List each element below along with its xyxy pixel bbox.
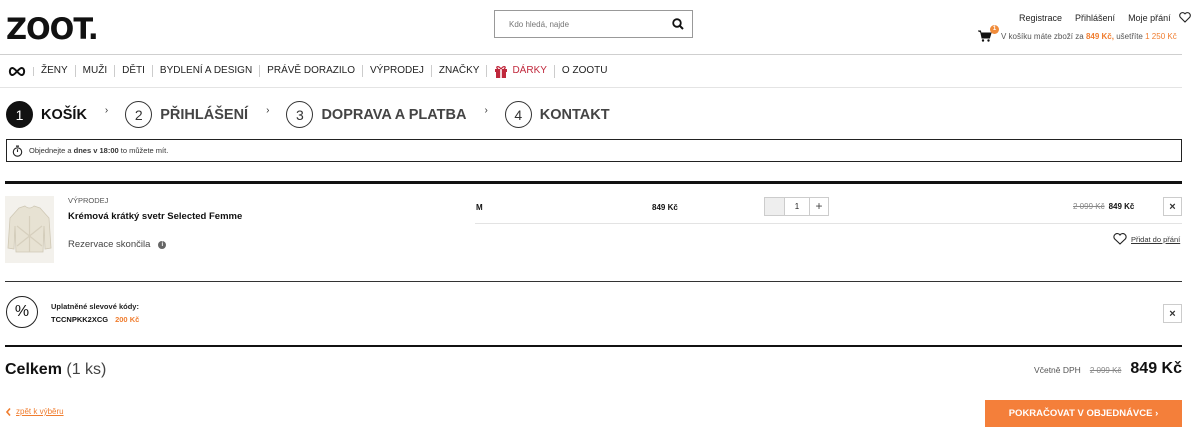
nav-infinity[interactable] xyxy=(8,66,34,76)
step-number: 2 xyxy=(125,101,153,128)
total-title: Celkem xyxy=(5,361,62,378)
checkout-steps: 1 KOŠÍK › 2 PŘIHLÁŠENÍ › 3 DOPRAVA A PLA… xyxy=(6,101,610,128)
continue-label: POKRAČOVAT V OBJEDNÁVCE xyxy=(1008,408,1153,419)
product-image[interactable] xyxy=(5,196,54,263)
wishlist-label: Přidat do přání xyxy=(1131,234,1181,244)
cart-text: V košíku máte zboží za xyxy=(1001,31,1084,41)
delivery-info-post: to můžete mít. xyxy=(120,146,169,155)
back-label: zpět k výběru xyxy=(16,407,64,416)
step-contact[interactable]: 4 KONTAKT xyxy=(504,101,610,128)
step-number: 4 xyxy=(504,101,532,128)
zoot-logo[interactable]: ZOOT. xyxy=(6,12,99,46)
delivery-info-pre: Objednejte a xyxy=(29,146,72,155)
discount-code: TCCNPKK2XCG xyxy=(51,315,109,324)
current-price: 849 Kč xyxy=(1108,202,1135,211)
delivery-info-bar: Objednejte a dnes v 18:00 to můžete mít. xyxy=(6,139,1182,162)
discount-title: Uplatněné slevové kódy: xyxy=(51,302,139,311)
nav-item-znacky[interactable]: ZNAČKY xyxy=(432,65,488,77)
header-divider xyxy=(0,54,1182,55)
chevron-right-icon: › xyxy=(104,105,109,116)
quantity-plus-button[interactable]: + xyxy=(809,198,828,215)
info-icon[interactable]: i xyxy=(158,240,167,249)
total-old-price: 2 099 Kč xyxy=(1089,366,1122,375)
total-price-block: Včetně DPH 2 099 Kč 849 Kč xyxy=(1034,360,1182,378)
wishlist-link[interactable]: Moje přání xyxy=(1128,13,1171,23)
chevron-right-icon: › xyxy=(1155,408,1159,419)
nav-item-bydleni[interactable]: BYDLENÍ A DESIGN xyxy=(153,65,261,77)
total-count: (1 ks) xyxy=(66,361,107,378)
step-label: KOŠÍK xyxy=(41,106,87,123)
add-to-wishlist-button[interactable]: Přidat do přání xyxy=(1113,233,1180,245)
percent-icon: % xyxy=(6,296,38,328)
close-icon: × xyxy=(1169,307,1176,320)
step-cart[interactable]: 1 KOŠÍK xyxy=(6,101,87,128)
discount-code-row: TCCNPKK2XCG 200 Kč xyxy=(51,315,139,324)
item-row-divider xyxy=(475,223,1182,224)
search-button[interactable] xyxy=(664,11,692,37)
top-links: Registrace Přihlášení Moje přání xyxy=(1019,12,1191,23)
delivery-info-time: dnes v 18:00 xyxy=(73,146,119,155)
step-label: PŘIHLÁŠENÍ xyxy=(160,106,249,123)
cart-saved: 1 250 Kč xyxy=(1145,31,1177,41)
product-size: M xyxy=(476,203,483,212)
heart-icon[interactable] xyxy=(1178,12,1191,23)
chevron-right-icon: › xyxy=(266,105,270,116)
nav-item-vyprodej[interactable]: VÝPRODEJ xyxy=(363,65,432,77)
search-icon xyxy=(672,18,684,30)
total-label: Celkem (1 ks) xyxy=(5,361,106,379)
cart-icon[interactable]: 1 xyxy=(978,25,999,42)
quantity-value[interactable]: 1 xyxy=(785,198,809,215)
nav-item-deti[interactable]: DĚTI xyxy=(115,65,153,77)
section-divider xyxy=(5,281,1182,282)
continue-order-button[interactable]: POKRAČOVAT V OBJEDNÁVCE › xyxy=(985,400,1182,427)
search-input[interactable] xyxy=(495,11,664,37)
product-tag: VÝPRODEJ xyxy=(68,196,109,205)
quantity-minus-button[interactable] xyxy=(765,198,785,215)
step-label: KONTAKT xyxy=(539,106,610,123)
step-shipping[interactable]: 3 DOPRAVA A PLATBA xyxy=(286,101,466,128)
chevron-left-icon xyxy=(6,407,11,416)
total-top-rule xyxy=(5,345,1182,347)
cart-top-rule xyxy=(5,181,1182,184)
back-to-selection-link[interactable]: zpět k výběru xyxy=(6,407,64,416)
reservation-status: Rezervace skončila i xyxy=(68,239,167,250)
nav-item-zeny[interactable]: ŽENY xyxy=(34,65,76,77)
close-icon: × xyxy=(1169,200,1176,213)
cart-saved-label: ušetříte xyxy=(1116,31,1143,41)
chevron-right-icon: › xyxy=(484,105,488,116)
step-login[interactable]: 2 PŘIHLÁŠENÍ xyxy=(125,101,248,128)
nav-darky-label: DÁRKY xyxy=(512,65,547,76)
reservation-text: Rezervace skončila xyxy=(68,239,151,250)
heart-icon xyxy=(1113,233,1127,245)
gift-icon xyxy=(495,65,508,78)
nav-item-o-zootu[interactable]: O ZOOTU xyxy=(555,65,615,77)
step-number: 1 xyxy=(6,101,33,128)
product-name[interactable]: Krémová krátký svetr Selected Femme xyxy=(68,211,242,222)
cart-count-badge: 1 xyxy=(990,25,999,34)
vat-label: Včetně DPH xyxy=(1034,365,1081,375)
search-box xyxy=(494,10,693,38)
login-link[interactable]: Přihlášení xyxy=(1075,13,1115,23)
main-nav: ŽENY MUŽI DĚTI BYDLENÍ A DESIGN PRÁVĚ DO… xyxy=(8,62,614,80)
cart-total: 849 Kč, xyxy=(1085,31,1114,41)
nav-item-prave-dorazilo[interactable]: PRÁVĚ DORAZILO xyxy=(260,65,363,77)
step-number: 3 xyxy=(286,101,314,128)
old-price: 2 099 Kč xyxy=(1073,202,1105,211)
row-price: 2 099 Kč 849 Kč xyxy=(1073,202,1134,211)
remove-discount-button[interactable]: × xyxy=(1163,304,1182,323)
step-label: DOPRAVA A PLATBA xyxy=(321,106,467,123)
unit-price: 849 Kč xyxy=(652,203,678,212)
register-link[interactable]: Registrace xyxy=(1019,13,1062,23)
quantity-stepper: 1 + xyxy=(764,197,829,216)
total-price: 849 Kč xyxy=(1130,360,1182,377)
stopwatch-icon xyxy=(12,145,23,157)
discount-amount: 200 Kč xyxy=(115,315,140,324)
remove-item-button[interactable]: × xyxy=(1163,197,1182,216)
nav-divider xyxy=(0,87,1182,88)
nav-item-darky[interactable]: DÁRKY xyxy=(487,64,555,78)
infinity-icon xyxy=(8,66,26,76)
delivery-info-text: Objednejte a dnes v 18:00 to můžete mít. xyxy=(29,146,168,155)
cart-summary[interactable]: 1 V košíku máte zboží za 849 Kč, ušetřít… xyxy=(978,25,1177,42)
nav-item-muzi[interactable]: MUŽI xyxy=(76,65,116,77)
